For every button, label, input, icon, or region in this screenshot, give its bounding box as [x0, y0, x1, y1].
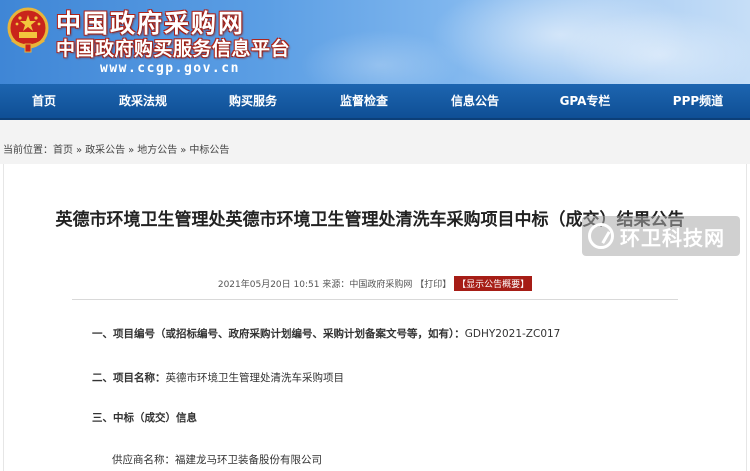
main-nav: 首页 政采法规 购买服务 监督检查 信息公告 GPA专栏 PPP频道 — [0, 84, 750, 120]
nav-item-supervision[interactable]: 监督检查 — [329, 84, 399, 118]
print-link[interactable]: 【打印】 — [415, 280, 451, 290]
show-summary-button[interactable]: 【显示公告概要】 — [454, 276, 533, 291]
nav-item-announcements[interactable]: 信息公告 — [440, 84, 510, 118]
nav-item-ppp[interactable]: PPP频道 — [660, 84, 736, 118]
breadcrumb-prefix: 当前位置： — [3, 145, 53, 156]
project-number-label: 一、项目编号（或招标编号、政府采购计划编号、采购计划备案文号等，如有）： — [92, 328, 465, 340]
project-number-line: 一、项目编号（或招标编号、政府采购计划编号、采购计划备案文号等，如有）：GDHY… — [92, 326, 560, 341]
site-subtitle: 中国政府购买服务信息平台 — [56, 38, 291, 60]
source-name: 中国政府采购网 — [349, 280, 413, 290]
breadcrumb-award[interactable]: 中标公告 — [189, 145, 229, 156]
breadcrumb-local[interactable]: 地方公告 — [137, 145, 177, 156]
national-emblem-icon[interactable] — [6, 6, 50, 54]
banner-cloud — [560, 10, 750, 84]
breadcrumb-procurement[interactable]: 政采公告 — [85, 145, 125, 156]
divider — [72, 299, 678, 300]
publish-datetime: 2021年05月20日 10:51 — [217, 280, 320, 290]
project-name-label: 二、项目名称： — [92, 372, 166, 384]
watermark-logo-icon — [588, 223, 614, 249]
supplier-value: 福建龙马环卫装备股份有限公司 — [175, 454, 322, 466]
nav-item-services[interactable]: 购买服务 — [218, 84, 288, 118]
supplier-line: 供应商名称：福建龙马环卫装备股份有限公司 — [112, 452, 322, 467]
breadcrumb: 当前位置：首页» 政采公告» 地方公告» 中标公告 — [0, 120, 750, 164]
watermark: 环卫科技网 — [582, 216, 740, 256]
nav-item-gpa[interactable]: GPA专栏 — [550, 84, 620, 118]
breadcrumb-separator: » — [76, 145, 83, 156]
watermark-text: 环卫科技网 — [620, 226, 725, 250]
article-meta: 2021年05月20日 10:51 来源：中国政府采购网 【打印】 【显示公告概… — [0, 276, 750, 291]
banner-cloud — [300, 30, 460, 84]
breadcrumb-separator: » — [128, 145, 135, 156]
supplier-label: 供应商名称： — [112, 454, 175, 466]
project-number-value: GDHY2021-ZC017 — [464, 328, 561, 340]
award-info-heading: 三、中标（成交）信息 — [92, 410, 197, 425]
breadcrumb-separator: » — [180, 145, 187, 156]
nav-item-regulations[interactable]: 政采法规 — [108, 84, 178, 118]
nav-item-home[interactable]: 首页 — [14, 84, 74, 118]
breadcrumb-home[interactable]: 首页 — [53, 145, 73, 156]
site-header-banner: 中国政府采购网 中国政府购买服务信息平台 www.ccgp.gov.cn — [0, 0, 750, 84]
award-info-label: 三、中标（成交）信息 — [92, 412, 197, 424]
site-url: www.ccgp.gov.cn — [100, 61, 240, 76]
project-name-line: 二、项目名称：英德市环境卫生管理处清洗车采购项目 — [92, 370, 344, 385]
project-name-value: 英德市环境卫生管理处清洗车采购项目 — [165, 372, 345, 384]
source-label: 来源： — [322, 280, 350, 290]
